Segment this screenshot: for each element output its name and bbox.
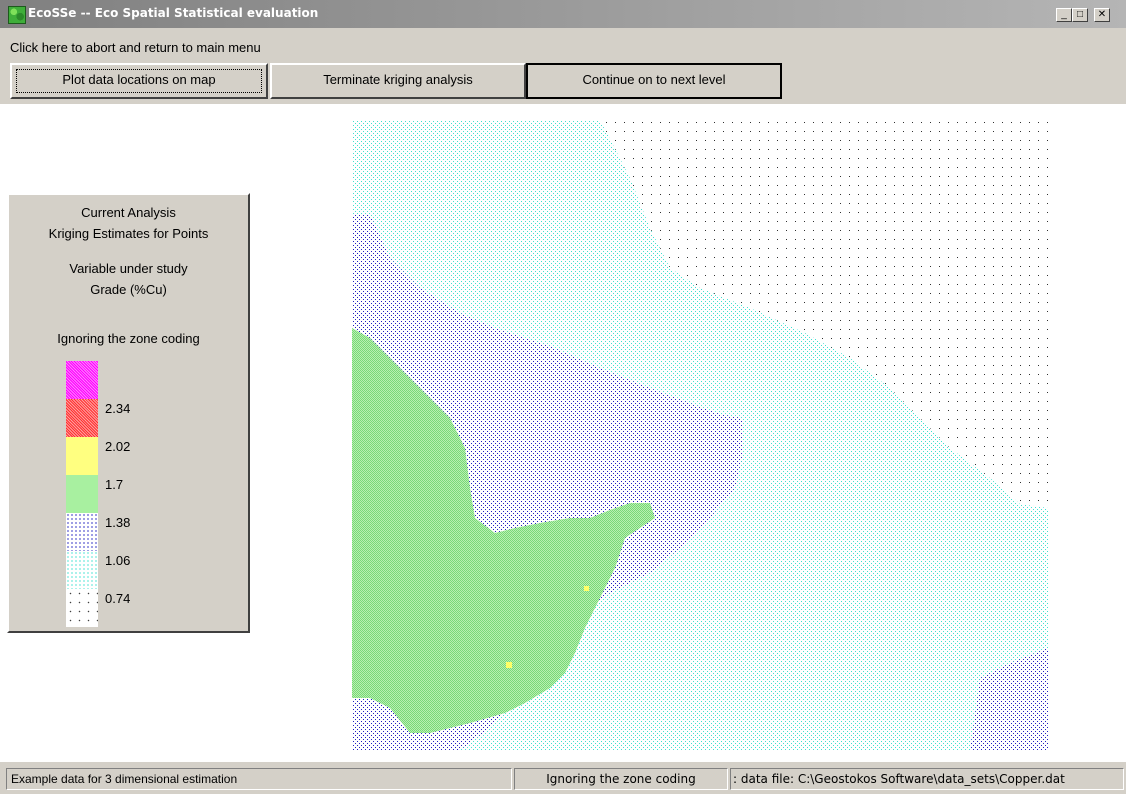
legend-tick-label: 0.74 — [105, 591, 131, 606]
legend-tick-label: 2.34 — [105, 401, 131, 416]
zone-note: Ignoring the zone coding — [57, 331, 200, 346]
map-yellow-spot — [506, 662, 512, 668]
legend-swatch — [66, 361, 98, 399]
close-button[interactable]: ✕ — [1094, 8, 1110, 22]
legend-tick-label: 1.38 — [105, 515, 131, 530]
legend-swatch — [66, 475, 98, 513]
focus-rectangle — [16, 69, 262, 93]
continue-next-level-label: Continue on to next level — [582, 72, 726, 87]
legend-tick-label: 2.02 — [105, 439, 131, 454]
legend-swatch — [66, 437, 98, 475]
minimize-button[interactable]: _ — [1056, 8, 1072, 22]
status-dataset: Example data for 3 dimensional estimatio… — [6, 768, 512, 790]
window-title: EcoSSe -- Eco Spatial Statistical evalua… — [28, 6, 319, 20]
plot-data-locations-button[interactable]: Plot data locations on map — [10, 63, 268, 99]
legend-tick-label: 1.7 — [105, 477, 124, 492]
analysis-name: Kriging Estimates for Points — [48, 226, 209, 241]
abort-menu-item[interactable]: Click here to abort and return to main m… — [0, 36, 1126, 58]
analysis-heading: Current Analysis — [81, 205, 176, 220]
terminate-kriging-label: Terminate kriging analysis — [323, 72, 473, 87]
variable-heading: Variable under study — [69, 261, 188, 276]
legend-swatch — [66, 399, 98, 437]
title-bar: EcoSSe -- Eco Spatial Statistical evalua… — [0, 0, 1126, 28]
kriging-map — [352, 120, 1048, 750]
legend-swatch — [66, 513, 98, 551]
legend-panel: Current Analysis Kriging Estimates for P… — [7, 193, 250, 633]
status-bar: Example data for 3 dimensional estimatio… — [0, 766, 1126, 794]
legend-swatch — [66, 589, 98, 627]
legend-tick-label: 1.06 — [105, 553, 131, 568]
abort-menu-label: Click here to abort and return to main m… — [10, 40, 261, 55]
legend-swatch — [66, 551, 98, 589]
maximize-button[interactable]: □ — [1072, 8, 1088, 22]
app-icon — [8, 6, 26, 24]
status-file: : data file: C:\Geostokos Software\data_… — [730, 768, 1124, 790]
continue-next-level-button[interactable]: Continue on to next level — [526, 63, 782, 99]
variable-name: Grade (%Cu) — [90, 282, 167, 297]
status-zone: Ignoring the zone coding — [514, 768, 728, 790]
terminate-kriging-button[interactable]: Terminate kriging analysis — [270, 63, 526, 99]
map-yellow-spot — [584, 586, 589, 591]
